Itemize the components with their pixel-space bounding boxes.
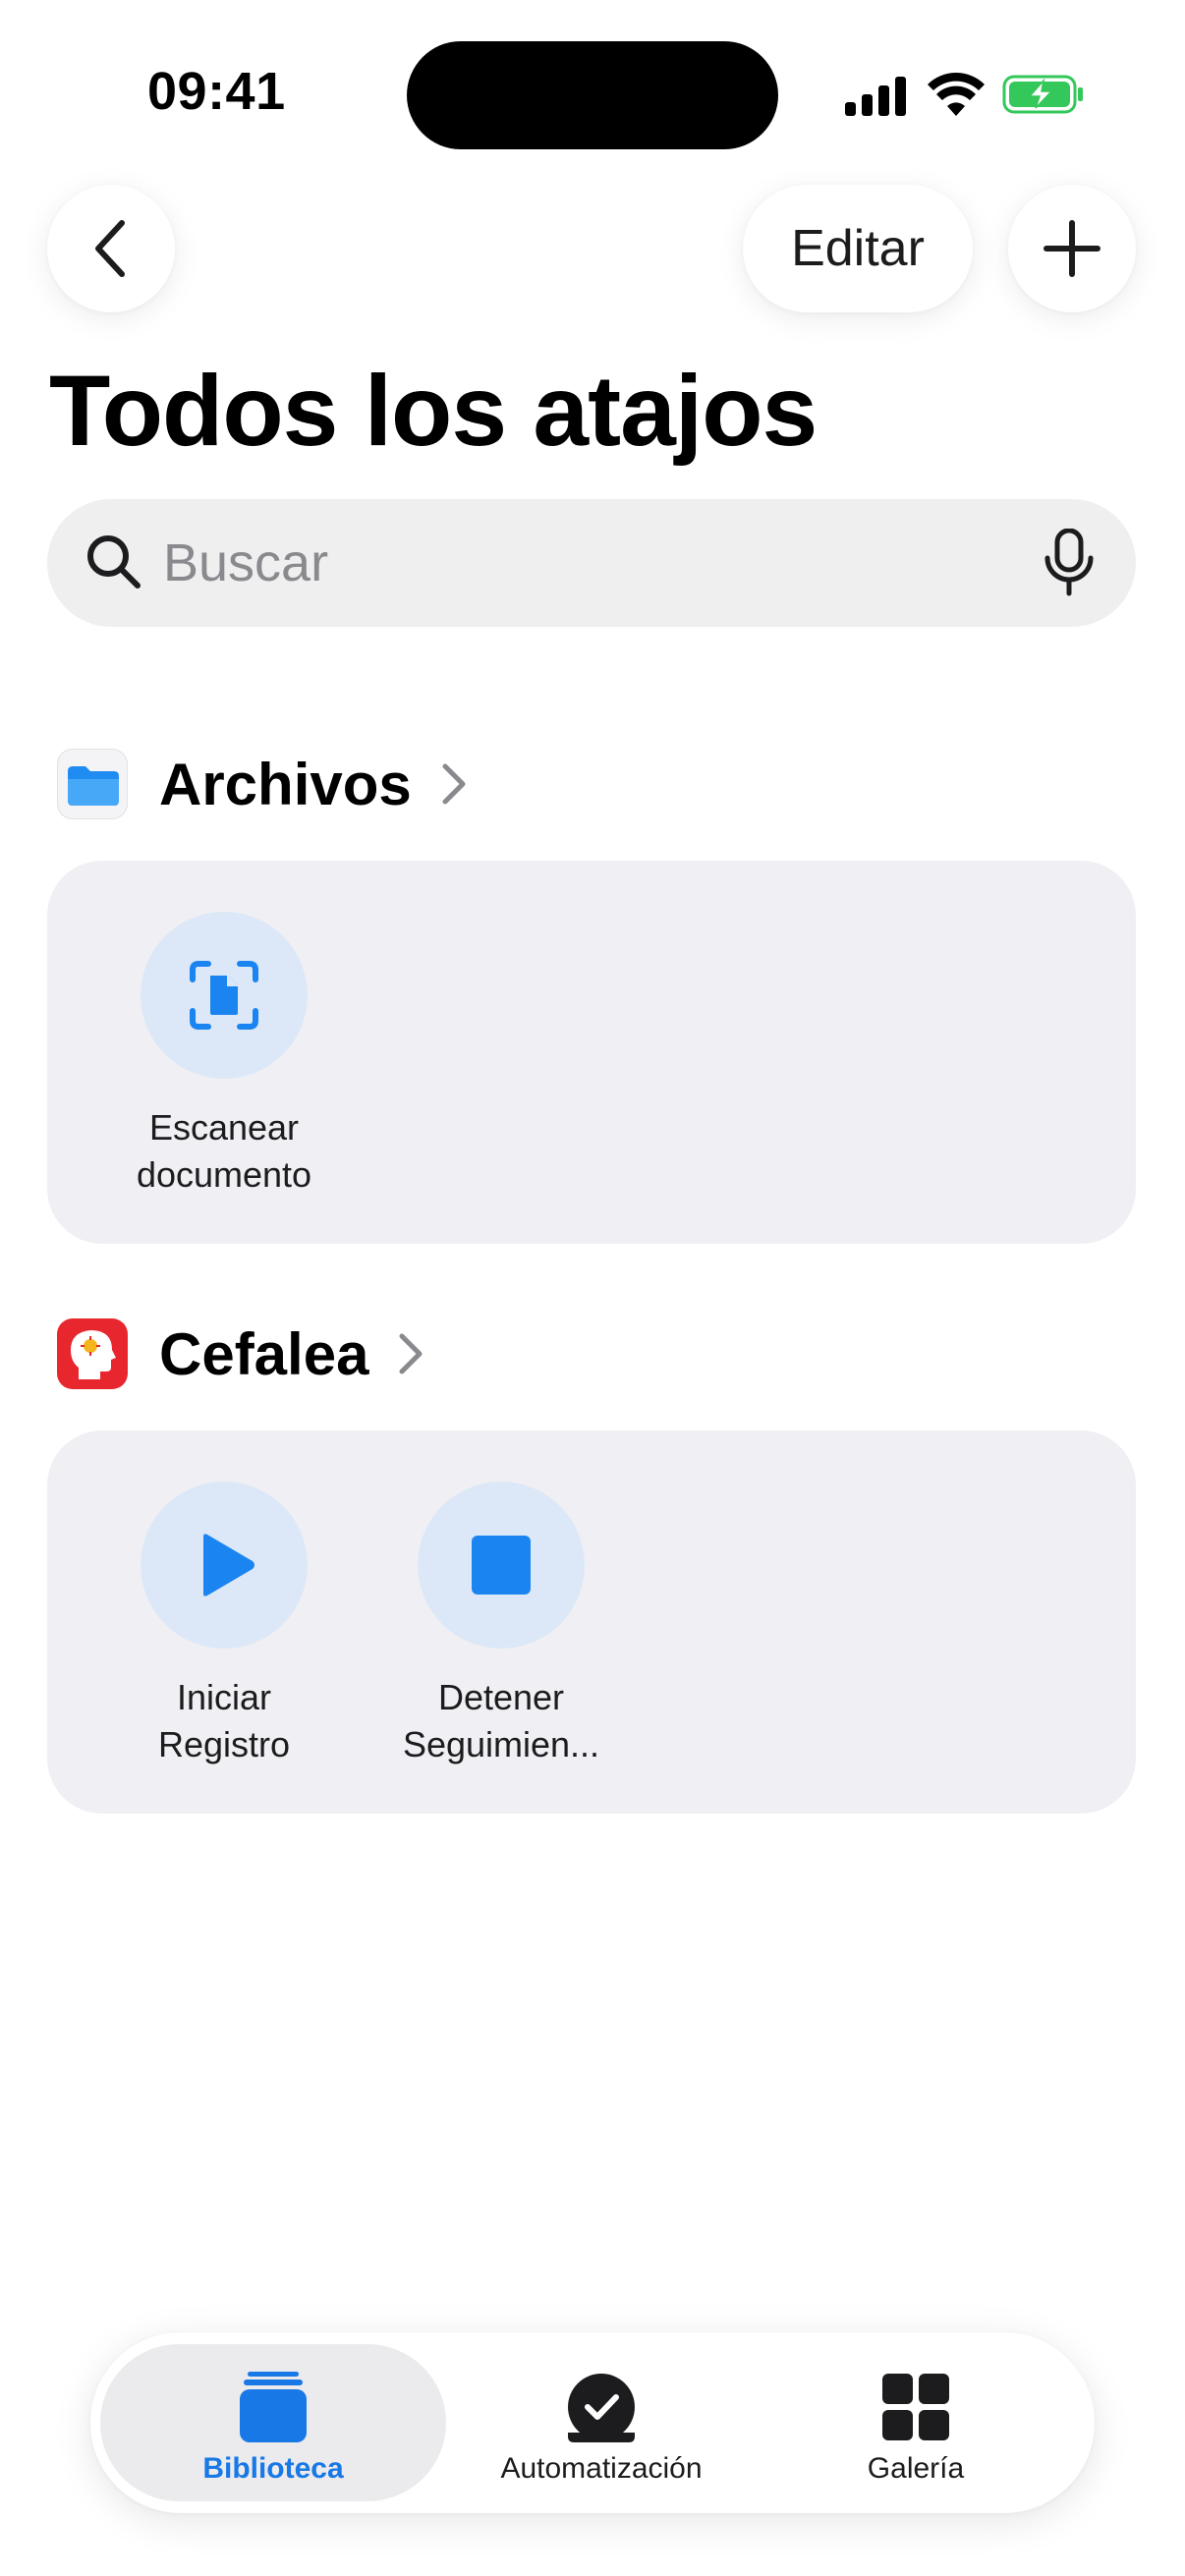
library-icon <box>240 2372 307 2442</box>
microphone-icon[interactable] <box>1042 529 1097 597</box>
add-shortcut-button[interactable] <box>1008 185 1136 312</box>
shortcut-card-cefalea: Iniciar Registro Detener Seguimien... <box>47 1430 1136 1814</box>
tab-galeria[interactable]: Galería <box>768 2344 1063 2501</box>
plus-icon <box>1044 220 1100 277</box>
battery-charging-icon <box>1002 75 1083 114</box>
search-bar[interactable] <box>47 499 1136 627</box>
edit-button[interactable]: Editar <box>743 185 973 312</box>
shortcut-icon-circle <box>141 1482 308 1649</box>
screen: 09:41 Editar Todos los atajos Buscar Arc… <box>0 0 1185 2576</box>
scan-document-icon <box>190 961 258 1030</box>
section-title-archivos: Archivos <box>159 751 412 817</box>
section-header-cefalea[interactable]: Cefalea <box>57 1315 425 1393</box>
status-time: 09:41 <box>147 62 286 121</box>
tab-biblioteca[interactable]: Biblioteca <box>100 2344 446 2501</box>
tab-bar: Biblioteca Automatización Galería <box>90 2332 1095 2513</box>
tab-label: Galería <box>867 2452 965 2485</box>
shortcut-icon-circle <box>141 912 308 1079</box>
cellular-signal-icon <box>845 77 906 116</box>
wifi-icon <box>928 73 985 116</box>
dynamic-island <box>407 41 778 149</box>
section-header-archivos[interactable]: Archivos <box>57 745 469 823</box>
tab-label: Automatización <box>500 2452 703 2485</box>
shortcut-detener-seguimiento[interactable]: Detener Seguimien... <box>383 1482 619 1768</box>
shortcut-label: Detener Seguimien... <box>402 1677 600 1764</box>
stop-icon <box>472 1536 531 1595</box>
folder-icon <box>57 749 128 819</box>
back-button[interactable] <box>47 185 175 312</box>
shortcut-label: Iniciar Registro <box>157 1677 291 1764</box>
shortcut-icon-circle <box>418 1482 585 1649</box>
shortcut-iniciar-registro[interactable]: Iniciar Registro <box>106 1482 342 1768</box>
status-icons <box>845 69 1083 124</box>
section-title-cefalea: Cefalea <box>159 1320 369 1387</box>
search-input[interactable] <box>163 519 1008 607</box>
shortcut-scan-document[interactable]: Escanear documento <box>106 912 342 1199</box>
automation-icon <box>568 2374 635 2442</box>
tab-label: Biblioteca <box>202 2452 344 2485</box>
cefalea-app-icon <box>57 1318 128 1389</box>
gallery-grid-icon <box>882 2374 949 2440</box>
chevron-right-icon <box>442 763 466 805</box>
chevron-right-icon <box>399 1333 423 1374</box>
shortcut-card-archivos: Escanear documento <box>47 861 1136 1244</box>
page-title: Todos los atajos <box>49 355 818 467</box>
tab-automatizacion[interactable]: Automatización <box>454 2344 749 2501</box>
search-icon <box>87 535 141 588</box>
shortcut-label: Escanear documento <box>136 1107 312 1195</box>
play-icon <box>203 1534 254 1596</box>
chevron-left-icon <box>95 220 125 277</box>
